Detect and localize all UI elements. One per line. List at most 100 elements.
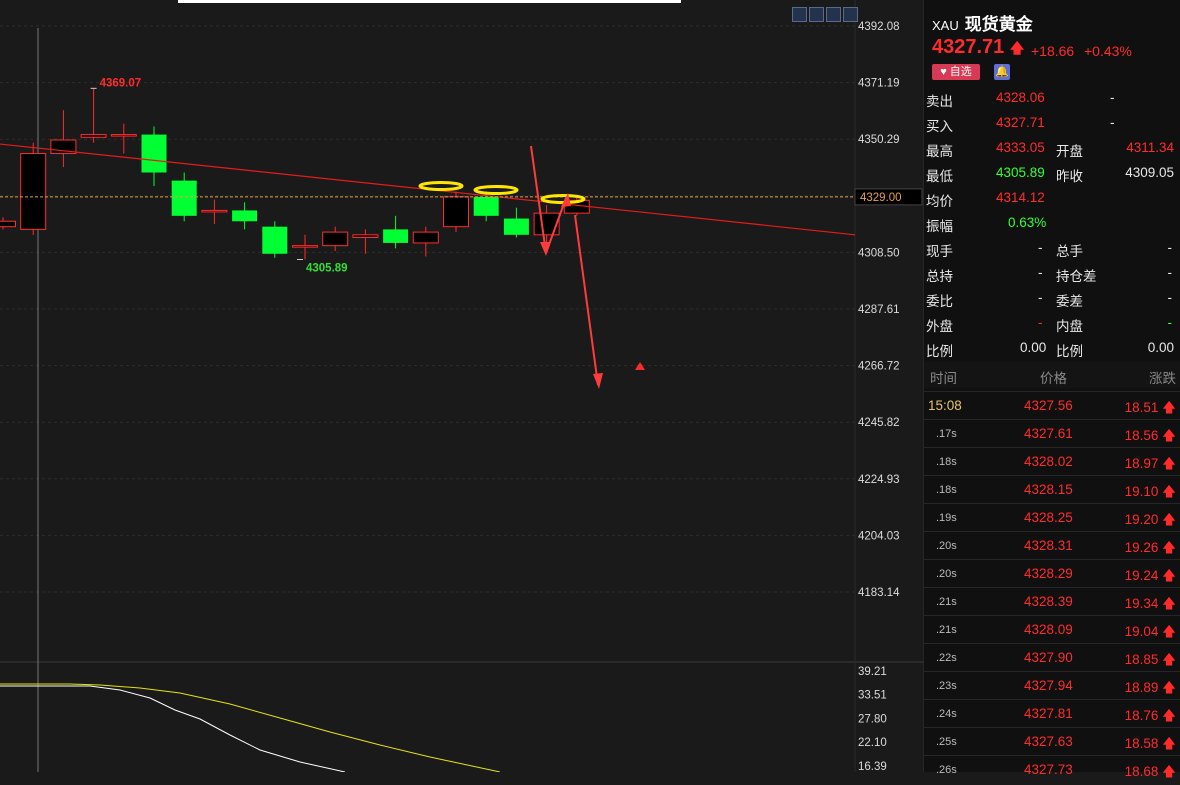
highlight-ellipse (473, 185, 519, 195)
tick-price: 4327.56 (1024, 398, 1073, 413)
tick-time: .19s (936, 512, 957, 524)
candle-body (292, 245, 318, 248)
row-volume: 现手 - 总手 - (926, 240, 1172, 259)
candle-body (412, 231, 439, 244)
candle-body (20, 153, 47, 230)
tick-price: 4327.90 (1024, 650, 1073, 665)
tick-change: 18.85 🡅 (1124, 652, 1176, 667)
tick-change: 19.10 🡅 (1124, 484, 1176, 499)
low-label: 4305.89 (306, 262, 348, 274)
row-sell: 卖出 4328.06 - (926, 90, 1115, 109)
highlight-ellipse (418, 181, 464, 191)
tick-time: .20s (936, 540, 957, 552)
indicator-line-white (0, 685, 346, 772)
y-axis-label: 4371.19 (858, 78, 900, 90)
row-high-open: 最高 4333.05 开盘 4311.34 (926, 140, 1174, 159)
tick-change: 19.24 🡅 (1124, 568, 1176, 583)
row-buy: 买入 4327.71 - (926, 115, 1115, 134)
tick-price: 4328.09 (1024, 622, 1073, 637)
indicator-axis-label: 39.21 (858, 666, 887, 678)
tick-price: 4328.25 (1024, 510, 1073, 525)
up-arrow-icon: 🡅 (1009, 40, 1025, 56)
candle-chart-icon[interactable] (809, 7, 824, 22)
tick-change: 18.76 🡅 (1124, 708, 1176, 723)
tick-time: .23s (936, 680, 957, 692)
tick-change: 19.26 🡅 (1124, 540, 1176, 555)
symbol-code: XAU (932, 18, 959, 33)
y-axis-label: 4266.72 (858, 361, 900, 373)
tick-time: .20s (936, 568, 957, 580)
row-avg: 均价 4314.12 (926, 190, 1045, 209)
price-change: +18.66 (1031, 43, 1075, 59)
symbol-name: 现货黄金 (964, 15, 1033, 35)
tick-price: 4327.61 (1024, 426, 1073, 441)
row-order-ratio: 委比 - 委差 - (926, 290, 1172, 309)
high-label: 4369.07 (100, 77, 142, 89)
row-ratio: 比例 0.00 比例 0.00 (926, 340, 1174, 359)
tick-time: .18s (936, 456, 957, 468)
tick-row: .18s 4328.02 18.97 🡅 (924, 447, 1180, 476)
tick-change: 19.04 🡅 (1124, 624, 1176, 639)
split-chart-icon[interactable] (843, 7, 858, 22)
row-outer-inner: 外盘 - 内盘 - (926, 315, 1172, 334)
y-axis-label: 4245.82 (858, 417, 900, 429)
candle-body (503, 218, 529, 235)
tick-change: 18.68 🡅 (1124, 764, 1176, 779)
row-open-interest: 总持 - 持仓差 - (926, 265, 1172, 284)
add-watchlist-button[interactable]: ♥ 自选 (932, 64, 980, 80)
indicator-axis-label: 33.51 (858, 690, 887, 702)
tick-row: .18s 4328.15 19.10 🡅 (924, 475, 1180, 504)
tick-price: 4327.63 (1024, 734, 1073, 749)
arrow-head (593, 373, 603, 389)
y-axis-label: 4183.14 (858, 587, 900, 599)
candle-body (322, 231, 349, 247)
candle-body (232, 210, 258, 222)
tick-row: .25s 4327.63 18.58 🡅 (924, 727, 1180, 756)
quote-panel: XAU 现货黄金 4327.71 🡅 +18.66 +0.43% ♥ 自选 🔔 卖… (924, 0, 1180, 779)
tick-row: .20s 4328.29 19.24 🡅 (924, 559, 1180, 588)
price-tag: 4329.00 (860, 192, 902, 204)
tick-change: 19.20 🡅 (1124, 512, 1176, 527)
tick-time: .21s (936, 596, 957, 608)
tick-row: 15:08 4327.56 18.51 🡅 (924, 391, 1180, 420)
kline-chart[interactable]: 4392.084371.194350.294329.404308.504287.… (0, 0, 924, 772)
last-price: 4327.71 🡅 (932, 36, 1025, 58)
candle-body (110, 134, 137, 137)
candle-body (171, 180, 197, 216)
tick-change: 18.51 🡅 (1124, 400, 1176, 415)
y-axis-label: 4287.61 (858, 304, 900, 316)
crosshair-icon[interactable] (792, 7, 807, 22)
line-chart-icon[interactable] (826, 7, 841, 22)
tick-price: 4328.31 (1024, 538, 1073, 553)
candle-body (473, 196, 499, 216)
tick-time: .24s (936, 708, 957, 720)
candle-body (352, 234, 379, 239)
tick-row: .26s 4327.73 18.68 🡅 (924, 755, 1180, 784)
y-axis-label: 4392.08 (858, 21, 900, 33)
highlight-ellipse (540, 194, 586, 204)
tick-time: .17s (936, 428, 957, 440)
tick-time: .21s (936, 624, 957, 636)
tick-change: 18.56 🡅 (1124, 428, 1176, 443)
candle-body (383, 229, 409, 243)
row-low-prev: 最低 4305.89 昨收 4309.05 (926, 165, 1174, 184)
tick-row: .22s 4327.90 18.85 🡅 (924, 643, 1180, 672)
y-axis-label: 4224.93 (858, 474, 900, 486)
indicator-axis-label: 22.10 (858, 737, 887, 749)
tick-change: 18.97 🡅 (1124, 456, 1176, 471)
tick-row: .21s 4328.09 19.04 🡅 (924, 615, 1180, 644)
tick-time: 15:08 (928, 398, 962, 413)
kline-chart-area[interactable]: 4392.084371.194350.294329.404308.504287.… (0, 0, 924, 772)
tick-row: .20s 4328.31 19.26 🡅 (924, 531, 1180, 560)
symbol-header: XAU 现货黄金 (932, 10, 1033, 35)
tick-change: 18.58 🡅 (1124, 736, 1176, 751)
tick-time: .22s (936, 652, 957, 664)
y-axis-label: 4204.03 (858, 530, 900, 542)
row-amplitude: 振幅 0.63% (926, 215, 1047, 234)
tick-price: 4328.39 (1024, 594, 1073, 609)
annotation-arrow (574, 214, 599, 386)
alert-bell-icon[interactable]: 🔔 (994, 64, 1010, 80)
indicator-line-yellow (0, 683, 501, 772)
candle-body (80, 134, 107, 138)
tick-row: .19s 4328.25 19.20 🡅 (924, 503, 1180, 532)
